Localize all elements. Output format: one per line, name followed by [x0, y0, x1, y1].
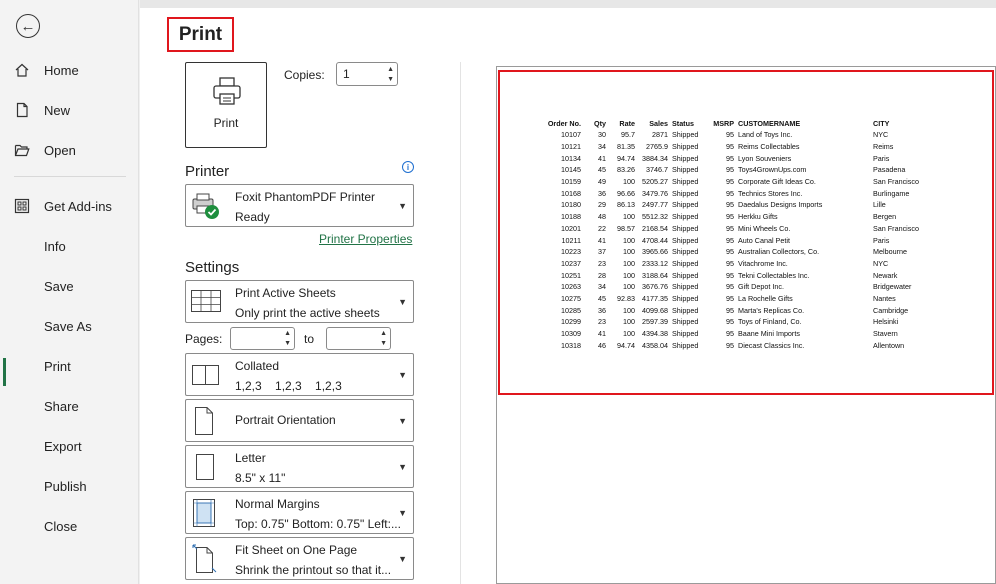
- nav-label: New: [44, 102, 71, 118]
- margins-dropdown[interactable]: Normal Margins Top: 0.75" Bottom: 0.75" …: [185, 491, 414, 534]
- pages-label: Pages:: [185, 332, 223, 346]
- scaling-dropdown[interactable]: Fit Sheet on One Page Shrink the printou…: [185, 537, 414, 580]
- back-arrow-icon[interactable]: ←: [16, 14, 40, 38]
- nav-item-save-as[interactable]: Save As: [0, 306, 139, 346]
- chevron-down-icon: ▼: [398, 508, 407, 518]
- nav-label: Info: [44, 238, 66, 254]
- page-title: Print: [167, 17, 234, 52]
- nav-label: Export: [44, 438, 82, 454]
- nav-label: Publish: [44, 478, 87, 494]
- chevron-up-icon[interactable]: ▲: [284, 330, 291, 338]
- chevron-down-icon: ▼: [398, 370, 407, 380]
- nav-label: Print: [44, 358, 71, 374]
- portrait-page-icon: [192, 406, 216, 441]
- nav-item-open[interactable]: Open: [0, 130, 139, 170]
- nav-label: Share: [44, 398, 79, 414]
- collation-title: Collated: [235, 359, 280, 373]
- orientation-dropdown[interactable]: Portrait Orientation ▼: [185, 399, 414, 442]
- chevron-down-icon[interactable]: ▼: [380, 340, 387, 348]
- nav-item-export[interactable]: Export: [0, 426, 139, 466]
- copies-label: Copies:: [284, 68, 325, 82]
- scope-title: Print Active Sheets: [235, 286, 336, 300]
- scope-subtitle: Only print the active sheets: [235, 306, 380, 320]
- chevron-down-icon: ▼: [398, 416, 407, 426]
- copies-value: 1: [343, 67, 350, 81]
- printer-icon: [212, 76, 242, 111]
- print-scope-dropdown[interactable]: Print Active Sheets Only print the activ…: [185, 280, 414, 323]
- margins-icon: [192, 498, 216, 533]
- paper-icon: [194, 453, 216, 486]
- preview-highlight-box: [498, 70, 994, 395]
- new-file-icon: [0, 102, 44, 118]
- nav-item-home[interactable]: Home: [0, 50, 139, 90]
- chevron-up-icon[interactable]: ▲: [380, 330, 387, 338]
- nav-divider: [14, 176, 126, 177]
- paper-title: Letter: [235, 451, 266, 465]
- collation-dropdown[interactable]: Collated 1,2,3 1,2,3 1,2,3 ▼: [185, 353, 414, 396]
- chevron-down-icon[interactable]: ▼: [284, 340, 291, 348]
- sheet-grid-icon: [190, 288, 222, 319]
- title-band: [140, 0, 996, 8]
- nav-item-info[interactable]: Info: [0, 226, 139, 266]
- printer-status: Ready: [235, 210, 270, 224]
- nav-item-publish[interactable]: Publish: [0, 466, 139, 506]
- nav-label: Save As: [44, 318, 92, 334]
- chevron-down-icon[interactable]: ▼: [387, 76, 394, 84]
- add-ins-grid-icon: [0, 198, 44, 214]
- orientation-title: Portrait Orientation: [235, 413, 336, 427]
- nav-item-save[interactable]: Save: [0, 266, 139, 306]
- margins-title: Normal Margins: [235, 497, 320, 511]
- chevron-down-icon: ▼: [398, 462, 407, 472]
- collated-pages-icon: [190, 363, 222, 392]
- nav-label: Home: [44, 62, 79, 78]
- chevron-down-icon: ▼: [398, 297, 407, 307]
- nav-label: Open: [44, 142, 76, 158]
- printer-name: Foxit PhantomPDF Printer: [235, 190, 376, 204]
- nav-label: Close: [44, 518, 78, 534]
- pages-to-label: to: [304, 332, 315, 346]
- print-button-label: Print: [213, 116, 239, 130]
- scaling-title: Fit Sheet on One Page: [235, 543, 358, 557]
- print-button[interactable]: Print: [185, 62, 267, 148]
- settings-heading: Settings: [185, 259, 240, 276]
- pages-to-input[interactable]: ▲ ▼: [326, 327, 391, 350]
- nav-label: Save: [44, 278, 74, 294]
- nav-item-new[interactable]: New: [0, 90, 139, 130]
- collation-subtitle: 1,2,3 1,2,3 1,2,3: [235, 379, 342, 393]
- paper-size-dropdown[interactable]: Letter 8.5" x 11" ▼: [185, 445, 414, 488]
- chevron-down-icon: ▼: [398, 201, 407, 211]
- nav-item-print[interactable]: Print: [0, 346, 139, 386]
- margins-subtitle: Top: 0.75" Bottom: 0.75" Left:...: [235, 517, 401, 531]
- printer-ready-icon: [190, 191, 222, 226]
- nav-item-get-add-ins[interactable]: Get Add-ins: [0, 186, 139, 226]
- fit-sheet-icon: [192, 544, 218, 579]
- info-icon[interactable]: i: [402, 161, 414, 173]
- backstage-nav: ← Home New Open Get Add-ins Info Save Sa…: [0, 0, 139, 584]
- pane-divider: [460, 62, 461, 584]
- paper-subtitle: 8.5" x 11": [235, 471, 286, 485]
- scaling-subtitle: Shrink the printout so that it...: [235, 563, 392, 577]
- chevron-down-icon: ▼: [398, 554, 407, 564]
- pages-from-input[interactable]: ▲ ▼: [230, 327, 295, 350]
- printer-dropdown[interactable]: Foxit PhantomPDF Printer Ready ▼: [185, 184, 414, 227]
- nav-item-close[interactable]: Close: [0, 506, 139, 546]
- copies-stepper[interactable]: 1 ▲ ▼: [336, 62, 398, 86]
- nav-item-share[interactable]: Share: [0, 386, 139, 426]
- folder-open-icon: [0, 142, 44, 158]
- printer-heading: Printer: [185, 163, 230, 180]
- printer-properties-link[interactable]: Printer Properties: [319, 232, 412, 246]
- chevron-up-icon[interactable]: ▲: [387, 66, 394, 74]
- nav-label: Get Add-ins: [44, 198, 112, 214]
- home-icon: [0, 62, 44, 78]
